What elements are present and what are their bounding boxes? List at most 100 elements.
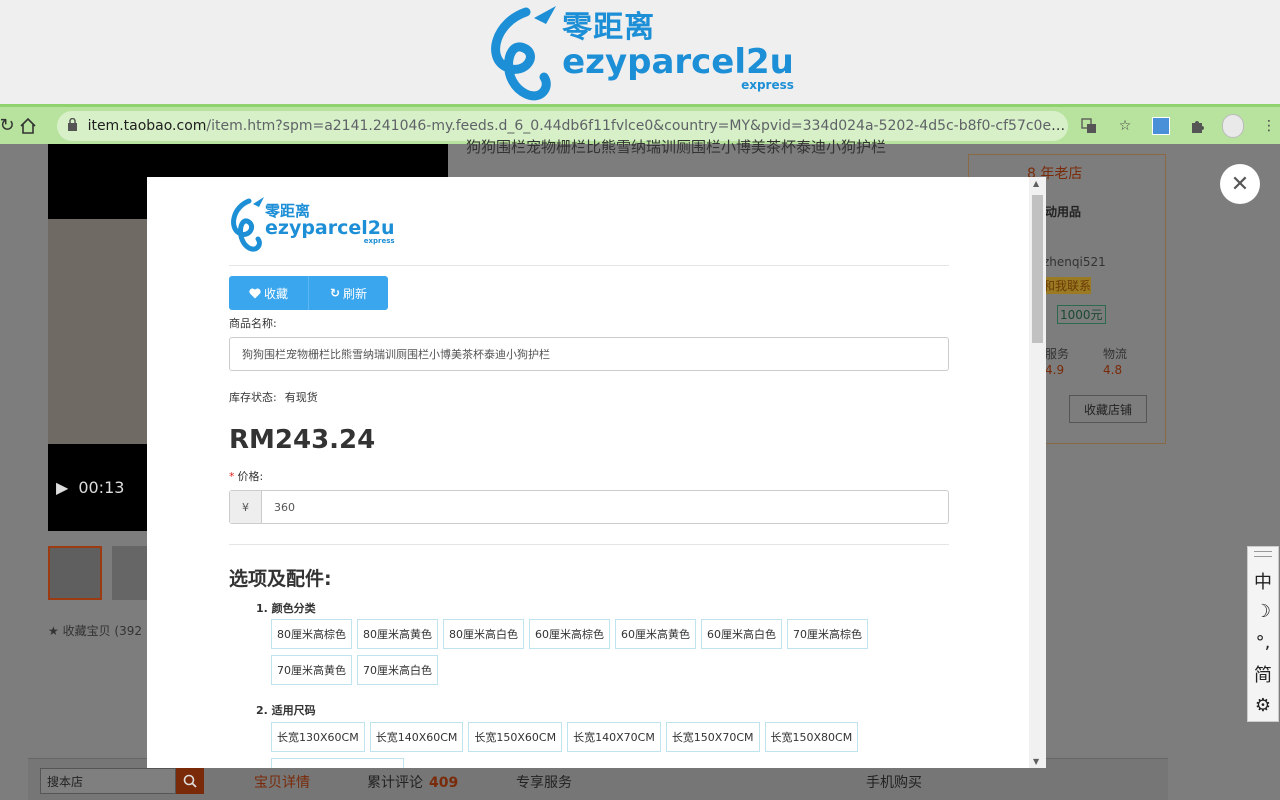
bg-favorite-item[interactable]: ★ 收藏宝贝 (392 (48, 622, 142, 639)
modal-logo-en: ezyparcel2u (265, 216, 395, 239)
bg-tab-reviews[interactable]: 累计评论 409 (367, 772, 458, 792)
logo-swoosh-icon (491, 6, 557, 101)
banner-logo-en: ezyparcel2u (562, 42, 794, 82)
bookmark-star-icon[interactable]: ☆ (1114, 115, 1136, 137)
price-input-value[interactable]: 360 (262, 491, 295, 523)
size-options: 长宽130X60CM 长宽140X60CM 长宽150X60CM 长宽140X7… (271, 722, 921, 768)
heart-icon (249, 288, 261, 298)
bg-shop-category: 动用品 (1045, 205, 1082, 219)
close-icon[interactable]: ✕ (1231, 172, 1249, 197)
home-icon[interactable] (14, 111, 43, 141)
scroll-down-arrow-icon[interactable]: ▼ (1033, 757, 1039, 766)
option-chip[interactable]: 70厘米高棕色 (787, 619, 868, 649)
option-chip[interactable]: 80厘米高棕色 (271, 619, 352, 649)
option-group-label: 1. 颜色分类 (256, 602, 316, 615)
option-group-label: 2. 适用尺码 (256, 704, 316, 717)
bg-tab-detail[interactable]: 宝贝详情 (254, 772, 310, 792)
modal-logo: 零距离 ezyparcel2u express (229, 195, 395, 253)
close-overlay-button[interactable]: ✕ (1220, 164, 1260, 204)
option-chip[interactable]: 80厘米高黄色 (357, 619, 438, 649)
options-title: 选项及配件: (229, 568, 332, 590)
ime-chinese-mode[interactable]: 中 (1254, 565, 1272, 596)
stock-status-value: 有现货 (284, 391, 318, 404)
favorite-button[interactable]: 收藏 (229, 276, 308, 310)
bg-thumbnail-video[interactable] (48, 546, 102, 600)
url-path: /item.htm?spm=a2141.241046-my.feeds.d_6_… (206, 117, 1067, 134)
stock-status-label: 库存状态: (229, 391, 277, 404)
extensions-puzzle-icon[interactable] (1186, 115, 1208, 137)
bg-thumbnail-image[interactable] (112, 546, 148, 600)
banner-logo-sub: express (741, 78, 794, 92)
menu-kebab-icon[interactable]: ⋮ (1258, 115, 1280, 137)
play-icon[interactable]: ▶ (56, 478, 68, 497)
modal-logo-swoosh-icon (231, 197, 264, 252)
bg-logistics-value: 4.8 (1103, 363, 1123, 377)
bg-deposit-badge: 1000元 (1057, 305, 1106, 324)
modal-logo-sub: express (363, 236, 395, 245)
option-chip[interactable]: 长宽130X60CM (271, 722, 365, 752)
option-chip[interactable]: 60厘米高棕色 (529, 619, 610, 649)
product-name-input[interactable]: 狗狗围栏宠物栅栏比熊雪纳瑞训厕围栏小博美茶杯泰迪小狗护栏 (229, 337, 949, 371)
bg-service-label: 服务 (1045, 347, 1070, 361)
modal-scrollbar[interactable]: ▲ ▼ (1029, 177, 1046, 768)
option-chip[interactable]: 长宽150X70CM (665, 722, 760, 752)
option-chip[interactable] (271, 758, 404, 768)
bg-thumbnails (48, 546, 148, 600)
price-display: RM243.24 (229, 425, 376, 455)
color-options: 80厘米高棕色 80厘米高黄色 80厘米高白色 60厘米高棕色 60厘米高黄色 … (271, 619, 921, 685)
banner-logo: 零距离 ezyparcel2u express (486, 2, 794, 102)
scrollbar-thumb[interactable] (1032, 195, 1043, 343)
brand-banner: 零距离 ezyparcel2u express (0, 0, 1280, 104)
bg-video-time: 00:13 (78, 478, 125, 497)
extension-blue-icon[interactable] (1150, 115, 1172, 137)
modal-divider (229, 265, 949, 266)
stock-status: 库存状态: 有现货 (229, 389, 318, 405)
bg-tab-mobile[interactable]: 手机购买 (866, 772, 922, 792)
bg-contact-seller[interactable]: 和我联系 (1043, 277, 1092, 294)
banner-logo-cn: 零距离 (562, 10, 656, 45)
ime-toolbar: 中 ☽ °, 简 ⚙ (1247, 546, 1279, 722)
favorite-button-label: 收藏 (263, 286, 288, 301)
bg-favorite-shop-button[interactable]: 收藏店铺 (1069, 395, 1147, 423)
reload-icon[interactable]: ↻ (0, 111, 15, 141)
ime-punctuation[interactable]: °, (1256, 627, 1271, 658)
lock-icon[interactable] (67, 117, 78, 134)
bg-video-player[interactable]: ▶ 00:13 (48, 444, 148, 531)
price-label: * 价格: (229, 470, 264, 483)
bg-shop-name[interactable]: zhenqi521 (1043, 255, 1106, 269)
profile-avatar-icon[interactable] (1222, 113, 1244, 138)
currency-addon: ¥ (230, 491, 262, 523)
option-chip[interactable]: 70厘米高黄色 (271, 655, 352, 685)
product-name-label: 商品名称: (229, 317, 277, 330)
option-chip[interactable]: 长宽150X60CM (468, 722, 563, 752)
refresh-button-label: 刷新 (343, 286, 368, 301)
ime-settings-gear-icon[interactable]: ⚙ (1255, 690, 1271, 721)
ime-simplified[interactable]: 简 (1254, 659, 1272, 690)
url-host: item.taobao.com (87, 117, 207, 134)
option-chip[interactable]: 长宽150X80CM (764, 722, 859, 752)
ime-halfwidth-moon-icon[interactable]: ☽ (1255, 596, 1271, 627)
price-input[interactable]: ¥ 360 (229, 490, 949, 524)
bg-tab-service[interactable]: 专享服务 (516, 772, 572, 792)
ime-grip-handle[interactable] (1254, 551, 1272, 557)
refresh-button[interactable]: ↻ 刷新 (308, 276, 388, 310)
action-button-group: 收藏 ↻ 刷新 (229, 276, 388, 310)
product-modal: 零距离 ezyparcel2u express 收藏 ↻ 刷新 商品名称: 狗狗… (147, 177, 1046, 768)
refresh-icon: ↻ (329, 286, 341, 300)
bg-service-value: 4.9 (1045, 363, 1065, 377)
option-chip[interactable]: 70厘米高白色 (357, 655, 438, 685)
option-chip[interactable]: 长宽140X60CM (369, 722, 464, 752)
search-icon[interactable] (176, 768, 204, 794)
scroll-up-arrow-icon[interactable]: ▲ (1033, 179, 1039, 188)
translate-icon[interactable] (1078, 115, 1100, 137)
option-chip[interactable]: 60厘米高白色 (701, 619, 782, 649)
option-chip[interactable]: 长宽140X70CM (567, 722, 661, 752)
required-asterisk: * (229, 470, 235, 483)
option-chip[interactable]: 80厘米高白色 (443, 619, 524, 649)
bg-item-title: 狗狗围栏宠物栅栏比熊雪纳瑞训厕围栏小博美茶杯泰迪小狗护栏 (466, 138, 887, 156)
options-divider (229, 544, 949, 545)
bg-video-image (48, 219, 148, 444)
option-chip[interactable]: 60厘米高黄色 (615, 619, 696, 649)
bg-logistics-label: 物流 (1103, 347, 1128, 361)
bg-shop-search-input[interactable]: 搜本店 (40, 768, 176, 794)
